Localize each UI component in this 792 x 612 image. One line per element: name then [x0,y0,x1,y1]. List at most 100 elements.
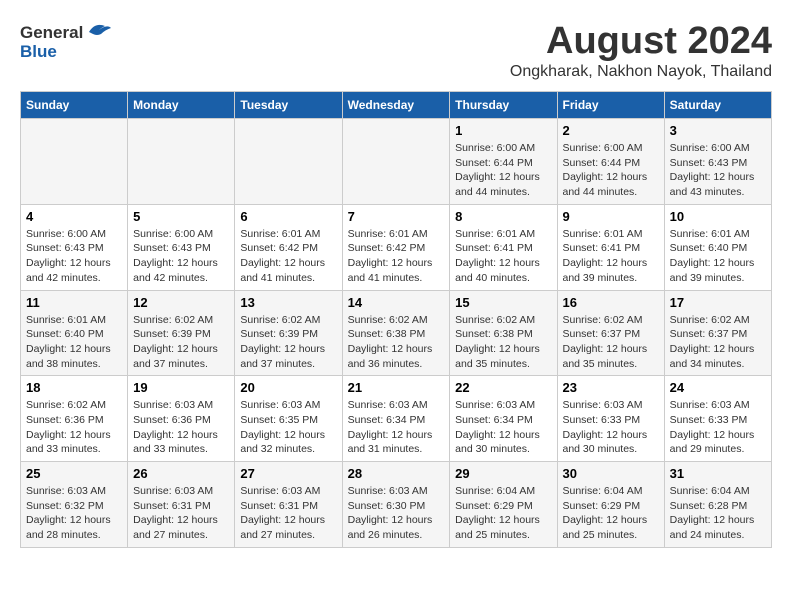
day-info: Sunrise: 6:02 AM Sunset: 6:39 PM Dayligh… [133,313,229,372]
calendar-cell: 4 Sunrise: 6:00 AM Sunset: 6:43 PM Daylig… [21,204,128,290]
calendar-cell: 12 Sunrise: 6:02 AM Sunset: 6:39 PM Dayli… [128,290,235,376]
day-number: 27 [240,466,336,481]
calendar-week-row: 4 Sunrise: 6:00 AM Sunset: 6:43 PM Daylig… [21,204,772,290]
calendar-cell: 20 Sunrise: 6:03 AM Sunset: 6:35 PM Dayli… [235,376,342,462]
calendar-cell: 22Sunrise: 6:03 AM Sunset: 6:34 PM Dayli… [450,376,557,462]
day-number: 26 [133,466,229,481]
day-number: 29 [455,466,551,481]
logo: General Blue [20,20,113,62]
day-number: 6 [240,209,336,224]
day-number: 23 [563,380,659,395]
day-info: Sunrise: 6:02 AM Sunset: 6:37 PM Dayligh… [563,313,659,372]
weekday-header-wednesday: Wednesday [342,92,450,119]
day-number: 1 [455,123,551,138]
day-number: 16 [563,295,659,310]
day-info: Sunrise: 6:04 AM Sunset: 6:29 PM Dayligh… [455,484,551,543]
calendar-cell: 9Sunrise: 6:01 AM Sunset: 6:41 PM Daylig… [557,204,664,290]
day-info: Sunrise: 6:00 AM Sunset: 6:44 PM Dayligh… [563,141,659,200]
day-info: Sunrise: 6:01 AM Sunset: 6:41 PM Dayligh… [455,227,551,286]
calendar-week-row: 18 Sunrise: 6:02 AM Sunset: 6:36 PM Dayli… [21,376,772,462]
weekday-header-monday: Monday [128,92,235,119]
day-info: Sunrise: 6:03 AM Sunset: 6:31 PM Dayligh… [133,484,229,543]
day-number: 7 [348,209,445,224]
day-info: Sunrise: 6:04 AM Sunset: 6:29 PM Dayligh… [563,484,659,543]
logo-general: General [20,23,83,43]
calendar-cell [342,119,450,205]
day-info: Sunrise: 6:02 AM Sunset: 6:38 PM Dayligh… [455,313,551,372]
calendar-cell: 2 Sunrise: 6:00 AM Sunset: 6:44 PM Daylig… [557,119,664,205]
day-info: Sunrise: 6:03 AM Sunset: 6:31 PM Dayligh… [240,484,336,543]
day-number: 4 [26,209,122,224]
weekday-header-tuesday: Tuesday [235,92,342,119]
page-subtitle: Ongkharak, Nakhon Nayok, Thailand [510,63,772,81]
day-info: Sunrise: 6:01 AM Sunset: 6:42 PM Dayligh… [348,227,445,286]
day-info: Sunrise: 6:00 AM Sunset: 6:43 PM Dayligh… [26,227,122,286]
day-number: 30 [563,466,659,481]
day-info: Sunrise: 6:01 AM Sunset: 6:42 PM Dayligh… [240,227,336,286]
calendar-cell: 8 Sunrise: 6:01 AM Sunset: 6:41 PM Daylig… [450,204,557,290]
calendar-cell: 1 Sunrise: 6:00 AM Sunset: 6:44 PM Daylig… [450,119,557,205]
day-number: 20 [240,380,336,395]
calendar-cell: 26 Sunrise: 6:03 AM Sunset: 6:31 PM Dayli… [128,462,235,548]
day-info: Sunrise: 6:03 AM Sunset: 6:35 PM Dayligh… [240,398,336,457]
logo-blue: Blue [20,42,57,62]
day-number: 15 [455,295,551,310]
calendar-cell: 7 Sunrise: 6:01 AM Sunset: 6:42 PM Daylig… [342,204,450,290]
calendar-cell: 23 Sunrise: 6:03 AM Sunset: 6:33 PM Dayli… [557,376,664,462]
day-info: Sunrise: 6:03 AM Sunset: 6:30 PM Dayligh… [348,484,445,543]
day-info: Sunrise: 6:03 AM Sunset: 6:33 PM Dayligh… [563,398,659,457]
calendar-table: SundayMondayTuesdayWednesdayThursdayFrid… [20,91,772,548]
day-info: Sunrise: 6:00 AM Sunset: 6:44 PM Dayligh… [455,141,551,200]
day-info: Sunrise: 6:02 AM Sunset: 6:36 PM Dayligh… [26,398,122,457]
calendar-cell: 28 Sunrise: 6:03 AM Sunset: 6:30 PM Dayli… [342,462,450,548]
calendar-week-row: 11 Sunrise: 6:01 AM Sunset: 6:40 PM Dayli… [21,290,772,376]
day-number: 31 [670,466,766,481]
weekday-header-thursday: Thursday [450,92,557,119]
day-info: Sunrise: 6:01 AM Sunset: 6:40 PM Dayligh… [26,313,122,372]
day-info: Sunrise: 6:03 AM Sunset: 6:33 PM Dayligh… [670,398,766,457]
day-info: Sunrise: 6:00 AM Sunset: 6:43 PM Dayligh… [133,227,229,286]
weekday-header-friday: Friday [557,92,664,119]
day-number: 28 [348,466,445,481]
day-info: Sunrise: 6:01 AM Sunset: 6:40 PM Dayligh… [670,227,766,286]
calendar-cell: 10Sunrise: 6:01 AM Sunset: 6:40 PM Dayli… [664,204,771,290]
day-number: 12 [133,295,229,310]
calendar-cell: 24 Sunrise: 6:03 AM Sunset: 6:33 PM Dayli… [664,376,771,462]
calendar-cell: 6 Sunrise: 6:01 AM Sunset: 6:42 PM Daylig… [235,204,342,290]
calendar-cell: 14 Sunrise: 6:02 AM Sunset: 6:38 PM Dayli… [342,290,450,376]
day-number: 2 [563,123,659,138]
calendar-cell [128,119,235,205]
calendar-cell: 29 Sunrise: 6:04 AM Sunset: 6:29 PM Dayli… [450,462,557,548]
day-number: 3 [670,123,766,138]
calendar-cell: 3 Sunrise: 6:00 AM Sunset: 6:43 PM Daylig… [664,119,771,205]
day-info: Sunrise: 6:00 AM Sunset: 6:43 PM Dayligh… [670,141,766,200]
weekday-header-row: SundayMondayTuesdayWednesdayThursdayFrid… [21,92,772,119]
day-number: 14 [348,295,445,310]
calendar-cell: 11 Sunrise: 6:01 AM Sunset: 6:40 PM Dayli… [21,290,128,376]
day-number: 8 [455,209,551,224]
calendar-cell: 18 Sunrise: 6:02 AM Sunset: 6:36 PM Dayli… [21,376,128,462]
calendar-cell: 19Sunrise: 6:03 AM Sunset: 6:36 PM Dayli… [128,376,235,462]
logo-bird-icon [85,20,113,46]
day-info: Sunrise: 6:02 AM Sunset: 6:37 PM Dayligh… [670,313,766,372]
day-number: 18 [26,380,122,395]
title-area: August 2024 Ongkharak, Nakhon Nayok, Tha… [510,20,772,81]
calendar-week-row: 1 Sunrise: 6:00 AM Sunset: 6:44 PM Daylig… [21,119,772,205]
day-info: Sunrise: 6:04 AM Sunset: 6:28 PM Dayligh… [670,484,766,543]
calendar-week-row: 25Sunrise: 6:03 AM Sunset: 6:32 PM Dayli… [21,462,772,548]
day-info: Sunrise: 6:03 AM Sunset: 6:34 PM Dayligh… [348,398,445,457]
calendar-cell [235,119,342,205]
day-info: Sunrise: 6:01 AM Sunset: 6:41 PM Dayligh… [563,227,659,286]
day-number: 24 [670,380,766,395]
calendar-cell: 25Sunrise: 6:03 AM Sunset: 6:32 PM Dayli… [21,462,128,548]
day-number: 19 [133,380,229,395]
day-info: Sunrise: 6:02 AM Sunset: 6:39 PM Dayligh… [240,313,336,372]
day-number: 17 [670,295,766,310]
day-info: Sunrise: 6:02 AM Sunset: 6:38 PM Dayligh… [348,313,445,372]
weekday-header-sunday: Sunday [21,92,128,119]
day-number: 11 [26,295,122,310]
header: General Blue August 2024 Ongkharak, Nakh… [20,20,772,81]
calendar-cell: 15 Sunrise: 6:02 AM Sunset: 6:38 PM Dayli… [450,290,557,376]
day-number: 21 [348,380,445,395]
day-info: Sunrise: 6:03 AM Sunset: 6:34 PM Dayligh… [455,398,551,457]
